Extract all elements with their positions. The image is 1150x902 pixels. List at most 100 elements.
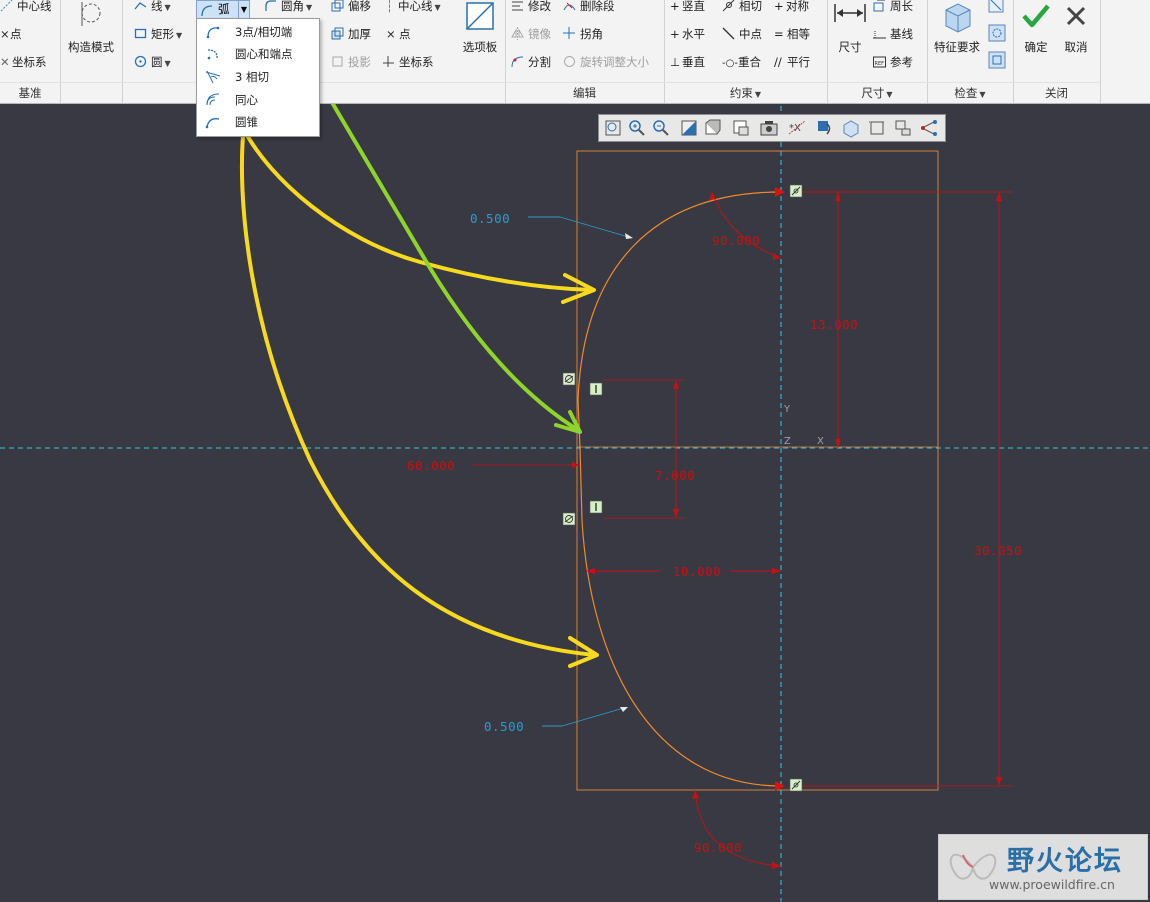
vertical-constraint-icon-lower[interactable] — [589, 500, 603, 514]
line-dropdown-icon[interactable]: ▼ — [165, 3, 171, 12]
sketcher-display-icon[interactable] — [893, 118, 913, 138]
vertical-constraint-icon: + — [670, 0, 680, 13]
circle-button[interactable]: 圆 ▼ — [134, 51, 171, 73]
tangent-constraint-icon-bottom[interactable] — [789, 778, 803, 792]
corner-button[interactable]: 拐角 — [563, 23, 603, 45]
construction-mode-icon — [81, 2, 101, 26]
tangent-circle-constraint-icon-lower[interactable] — [562, 512, 576, 526]
rectangle-button[interactable]: 矩形 ▼ — [134, 23, 182, 45]
datum-point-button[interactable]: ×点 — [0, 23, 22, 45]
sketch-centerline-button[interactable]: ┆ 中心线 ▼ — [386, 0, 441, 17]
constraint-display-icon[interactable] — [919, 118, 939, 138]
datum-coordsys-button[interactable]: ✕ 坐标系 — [0, 51, 47, 73]
delete-segment-label: 删除段 — [580, 0, 615, 13]
symmetric-constraint-icon: + — [774, 0, 784, 13]
construction-mode-button[interactable]: 构造模式 — [60, 0, 122, 80]
overlapping-geometry-button[interactable] — [988, 24, 1008, 44]
cancel-button[interactable]: 取消 — [1057, 0, 1095, 80]
ok-button[interactable]: 确定 — [1017, 0, 1055, 80]
menu-item-arc-3tangent[interactable]: 3 相切 — [197, 66, 319, 88]
menu-item-arc-3point[interactable]: 3点/相切端 — [197, 21, 319, 43]
svg-text:90.000: 90.000 — [712, 233, 760, 248]
repaint-icon[interactable] — [679, 118, 699, 138]
sketch-view-icon[interactable] — [867, 118, 887, 138]
menu-item-arc-conic[interactable]: 圆锥 — [197, 111, 319, 133]
refit-icon[interactable] — [603, 118, 623, 138]
delete-segment-button[interactable]: 删除段 — [563, 0, 615, 17]
highlight-open-ends-button[interactable] — [988, 0, 1008, 15]
sketch-point-label: 点 — [399, 27, 411, 41]
baseline-button[interactable]: 基线 — [873, 23, 913, 45]
display-style-icon[interactable] — [703, 118, 723, 138]
group-close-label: 关闭 — [1013, 82, 1100, 103]
construction-mode-label: 构造模式 — [68, 40, 114, 54]
feature-requirements-button[interactable]: 特征要求 — [929, 0, 985, 80]
dimension-dropdown-icon[interactable]: ▼ — [886, 90, 892, 99]
datum-display-icon[interactable]: *X — [787, 118, 807, 138]
arc-dropdown-icon[interactable]: ▼ — [238, 1, 249, 18]
datum-centerline-button[interactable]: 中心线 — [0, 0, 52, 17]
menu-item-arc-concentric[interactable]: 同心 — [197, 89, 319, 111]
reference-button[interactable]: REF 参考 — [873, 51, 913, 73]
svg-text:10.000: 10.000 — [673, 564, 721, 579]
midpoint-constraint-button[interactable]: 中点 — [722, 23, 762, 45]
thicken-button[interactable]: 加厚 — [331, 23, 371, 45]
offset-button[interactable]: 偏移 — [331, 0, 371, 17]
constrain-dropdown-icon[interactable]: ▼ — [755, 90, 761, 99]
vertical-constraint-button[interactable]: + 竖直 — [670, 0, 705, 17]
fillet-button[interactable]: 圆角 ▼ — [264, 0, 312, 17]
menu-item-arc-center-ends[interactable]: 圆心和端点 — [197, 43, 319, 65]
rotate-resize-button[interactable]: 旋转调整大小 — [563, 51, 649, 73]
saved-orientations-icon[interactable] — [731, 118, 751, 138]
corner-label: 拐角 — [580, 27, 603, 41]
spin-center-icon[interactable] — [841, 118, 861, 138]
arc-button[interactable]: 弧 ▼ — [196, 0, 250, 20]
coincident-constraint-label: 重合 — [738, 55, 761, 69]
vertical-constraint-icon-upper[interactable] — [589, 382, 603, 396]
zoom-out-icon[interactable] — [651, 118, 671, 138]
menu-item-arc-conic-label: 圆锥 — [235, 115, 258, 129]
group-inspect-label[interactable]: 检查 ▼ — [927, 82, 1013, 103]
palette-label: 选项板 — [462, 40, 498, 54]
project-button[interactable]: 投影 — [331, 51, 371, 73]
palette-button[interactable]: 选项板 — [455, 0, 505, 80]
tangent-constraint-button[interactable]: 相切 — [722, 0, 762, 17]
annotation-display-icon[interactable] — [815, 118, 835, 138]
group-dimension-label[interactable]: 尺寸 ▼ — [827, 82, 927, 103]
symmetric-constraint-button[interactable]: + 对称 — [774, 0, 809, 17]
tangent-circle-constraint-icon-upper[interactable] — [562, 372, 576, 386]
mirror-button[interactable]: 镜像 — [511, 23, 551, 45]
perpendicular-constraint-button[interactable]: ⊥ 垂直 — [670, 51, 705, 73]
parallel-constraint-button[interactable]: // 平行 — [774, 51, 810, 73]
offset-label: 偏移 — [348, 0, 371, 13]
datum-coordsys-label: 坐标系 — [12, 55, 47, 69]
ribbon-toolbar: 中心线 ×点 ✕ 坐标系 基准 构造模式 线 ▼ 矩形 ▼ 圆 ▼ 弧 ▼ 圆角… — [0, 0, 1150, 104]
zoom-in-icon[interactable] — [627, 118, 647, 138]
line-button[interactable]: 线 ▼ — [134, 0, 171, 17]
group-constrain-label[interactable]: 约束 ▼ — [664, 82, 827, 103]
inspect-dropdown-icon[interactable]: ▼ — [979, 90, 985, 99]
open-ends-icon — [988, 0, 1004, 13]
circle-dropdown-icon[interactable]: ▼ — [165, 59, 171, 68]
rectangle-dropdown-icon[interactable]: ▼ — [176, 31, 182, 40]
modify-label: 修改 — [528, 0, 551, 13]
sketch-canvas[interactable]: Y Z X 0.500 90.000 13.000 30.050 7.000 6… — [0, 0, 1150, 902]
sketch-centerline-dropdown-icon[interactable]: ▼ — [435, 3, 441, 12]
fillet-dropdown-icon[interactable]: ▼ — [306, 3, 312, 12]
modify-button[interactable]: 修改 — [511, 0, 551, 17]
divide-button[interactable]: 分割 — [511, 51, 551, 73]
view-manager-icon[interactable] — [759, 118, 779, 138]
group-dimension: 尺寸 周长 基线 REF 参考 尺寸 ▼ — [827, 0, 928, 103]
horizontal-constraint-button[interactable]: + 水平 — [670, 23, 705, 45]
sketch-coordsys-label: 坐标系 — [399, 55, 434, 69]
sketch-point-button[interactable]: × 点 — [386, 23, 411, 45]
tangent-constraint-icon-top[interactable] — [789, 184, 803, 198]
equal-constraint-button[interactable]: = 相等 — [774, 23, 810, 45]
perimeter-button[interactable]: 周长 — [873, 0, 913, 17]
coincident-constraint-button[interactable]: -○-重合 — [722, 51, 761, 73]
shade-closed-loops-button[interactable] — [988, 51, 1008, 71]
equal-constraint-label: 相等 — [787, 27, 810, 41]
dimension-button[interactable]: 尺寸 — [829, 0, 871, 80]
sketch-coordsys-button[interactable]: 坐标系 — [382, 51, 434, 73]
feature-requirements-icon — [945, 3, 971, 33]
